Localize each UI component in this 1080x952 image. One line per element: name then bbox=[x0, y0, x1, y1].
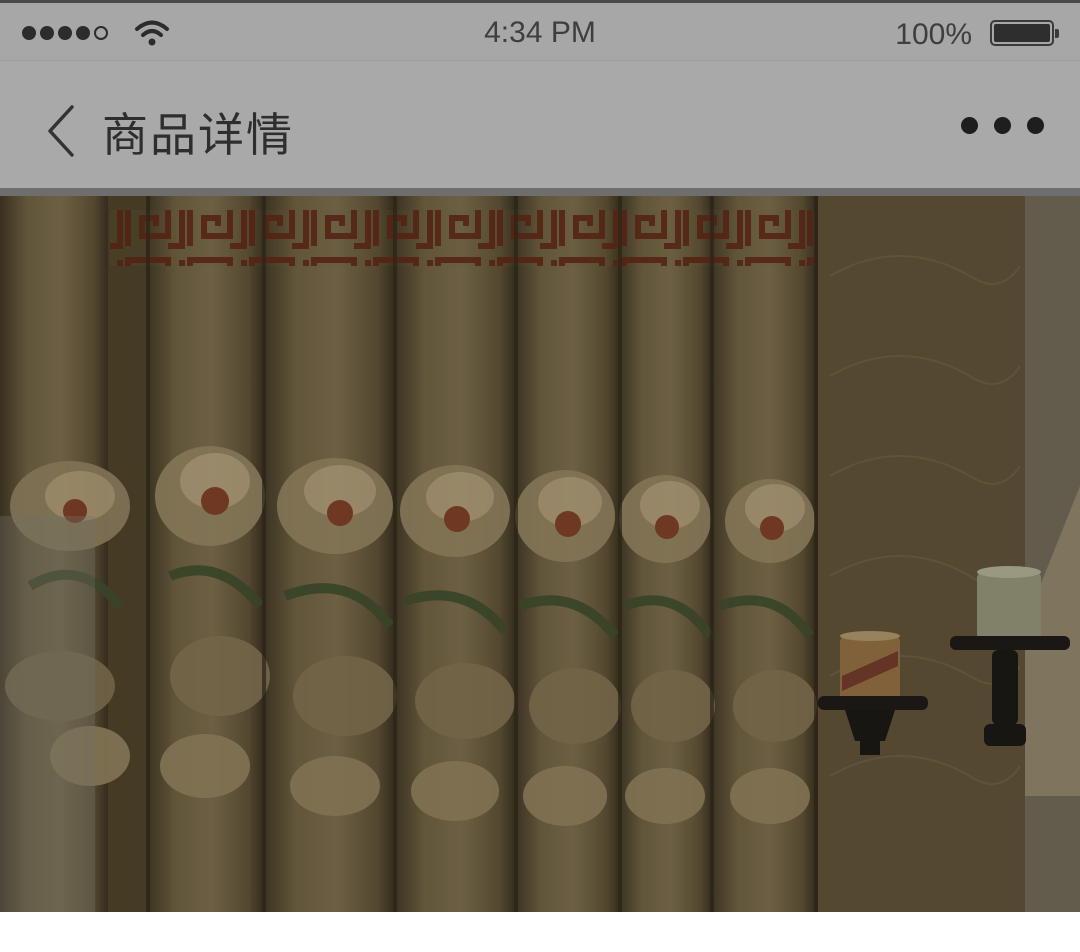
nav-divider bbox=[0, 188, 1080, 196]
battery-icon bbox=[990, 20, 1059, 46]
more-button[interactable] bbox=[961, 113, 1044, 138]
navigation-bar: 商品详情 bbox=[0, 60, 1080, 188]
status-bar: 4:34 PM 100% bbox=[0, 0, 1080, 60]
page-title: 商品详情 bbox=[102, 109, 294, 161]
product-image[interactable] bbox=[0, 196, 1080, 912]
chevron-left-icon bbox=[48, 105, 74, 157]
curtain-photo bbox=[0, 196, 1080, 912]
back-button[interactable] bbox=[44, 103, 78, 159]
battery-percentage: 100% bbox=[895, 18, 972, 51]
more-horizontal-icon bbox=[961, 117, 978, 134]
